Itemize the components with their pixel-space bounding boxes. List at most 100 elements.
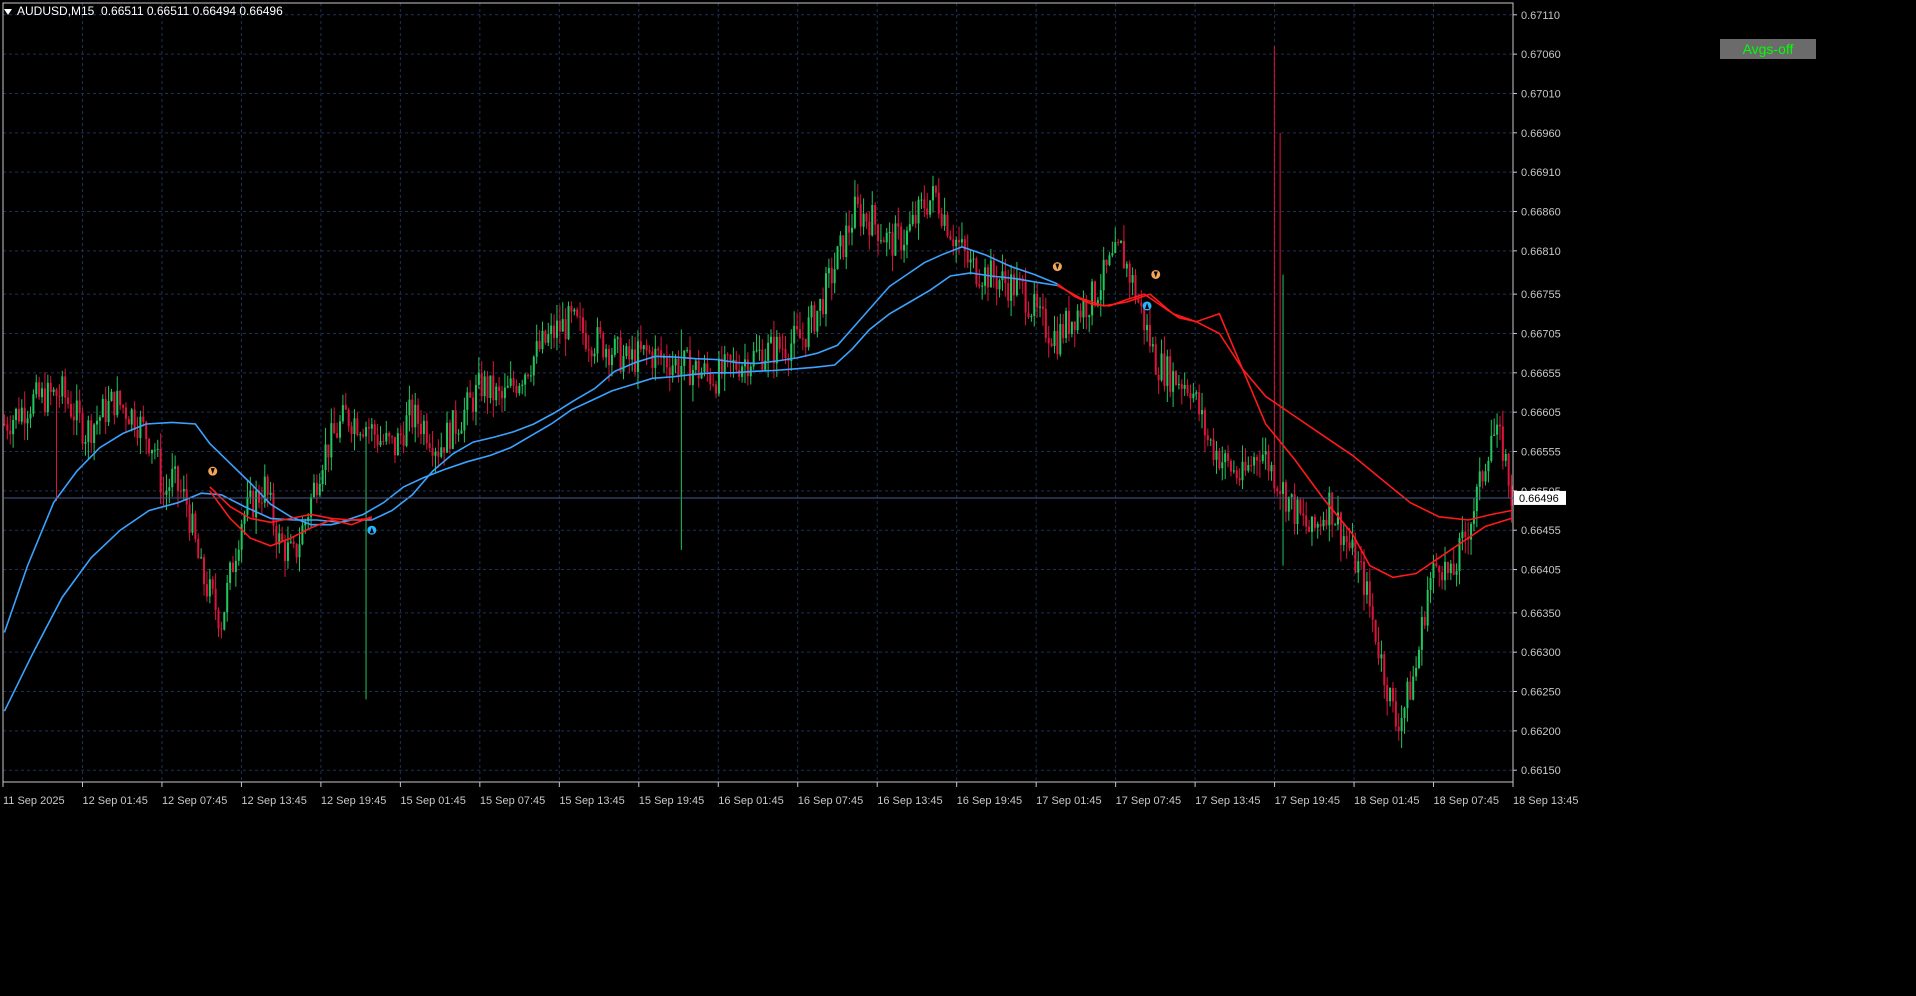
candle-body — [333, 423, 336, 434]
candle-body — [1293, 494, 1296, 525]
candle-body — [1114, 242, 1117, 254]
candle-body — [133, 409, 136, 430]
candle-body — [55, 389, 58, 396]
candle-body — [17, 408, 20, 422]
candle-body — [798, 329, 801, 339]
candle-body — [897, 223, 900, 227]
candle-body — [188, 504, 191, 533]
candle-body — [984, 267, 987, 286]
candle-body — [1131, 275, 1134, 283]
candle-body — [1412, 676, 1415, 700]
candle-body — [1111, 253, 1114, 256]
candle-body — [1137, 299, 1140, 303]
candle-body — [1047, 337, 1050, 344]
candle-body — [503, 387, 506, 399]
candle-body — [917, 199, 920, 224]
candle-body — [697, 360, 700, 379]
candle-body — [772, 336, 775, 364]
candle-body — [312, 482, 315, 498]
candle-body — [176, 466, 180, 491]
candle-body — [130, 409, 133, 425]
candle-body — [521, 384, 524, 386]
candle-body — [336, 433, 339, 438]
candle-body — [1140, 302, 1143, 306]
price-chart[interactable]: 0.67110 0.67060 0.67010 0.66960 0.66910 0.668… — [0, 0, 1916, 996]
candle-body — [43, 388, 46, 413]
candle-body — [966, 250, 969, 263]
candle-body — [229, 562, 232, 583]
candle-body — [1360, 561, 1363, 563]
candle-body — [223, 612, 226, 630]
candle-body — [1091, 281, 1094, 316]
candle-body — [321, 470, 324, 485]
candle-body — [1177, 383, 1180, 385]
candle-body — [726, 354, 729, 356]
candle-body — [234, 560, 237, 573]
candle-body — [1154, 344, 1157, 375]
candle-body — [46, 382, 49, 413]
candle-body — [1253, 457, 1256, 466]
price-tick-label: 0.66150 — [1521, 765, 1561, 777]
candle-body — [226, 582, 229, 613]
candle-body — [1348, 542, 1351, 549]
time-tick-label: 16 Sep 13:45 — [877, 795, 942, 807]
candle-body — [396, 433, 399, 456]
candle-body — [347, 409, 350, 427]
candle-body — [587, 349, 590, 351]
candle-body — [579, 316, 582, 318]
candle-body — [856, 196, 859, 205]
candle-body — [1039, 306, 1042, 308]
candle-body — [191, 513, 194, 533]
menu-triangle-icon[interactable] — [4, 8, 12, 15]
candle-body — [399, 433, 402, 436]
price-tick-label: 0.67060 — [1521, 49, 1561, 61]
candle-body — [414, 404, 417, 428]
candle-body — [1166, 356, 1169, 386]
candle-body — [1441, 572, 1444, 581]
candle-body — [1452, 563, 1455, 575]
candle-body — [286, 542, 289, 561]
candle-body — [853, 196, 856, 228]
candle-body — [781, 348, 784, 350]
candle-body — [52, 389, 55, 393]
candle-body — [1128, 263, 1131, 283]
candle-body — [1105, 259, 1108, 265]
candle-body — [480, 372, 483, 397]
candle-body — [12, 420, 15, 435]
candle-body — [148, 439, 151, 454]
candle-body — [1157, 374, 1160, 381]
candle-body — [1510, 485, 1513, 506]
candle-body — [20, 407, 23, 422]
time-tick-label: 12 Sep 01:45 — [82, 795, 147, 807]
price-tick-label: 0.66910 — [1521, 167, 1561, 179]
candle-body — [978, 284, 981, 287]
candle-body — [1299, 499, 1302, 514]
candle-body — [408, 399, 411, 416]
candle-body — [75, 400, 78, 421]
candle-body — [908, 224, 911, 231]
candle-body — [58, 395, 61, 397]
candle-body — [200, 557, 203, 559]
candle-body — [142, 416, 145, 422]
candle-body — [836, 246, 839, 270]
candle-body — [1308, 526, 1311, 532]
candle-body — [1420, 617, 1423, 650]
candle-body — [1351, 539, 1354, 549]
candle-body — [197, 538, 200, 559]
candle-body — [506, 385, 509, 388]
candle-body — [249, 490, 252, 497]
candle-body — [367, 427, 370, 429]
avgs-toggle-button[interactable]: Avgs-off — [1720, 39, 1816, 59]
candle-body — [463, 409, 466, 431]
candle-body — [1287, 496, 1290, 512]
candle-body — [3, 423, 6, 425]
candle-body — [625, 346, 628, 356]
candle-body — [373, 424, 376, 435]
time-tick-label: 15 Sep 13:45 — [559, 795, 624, 807]
candle-body — [67, 397, 70, 405]
candle-body — [240, 523, 243, 550]
candle-body — [804, 338, 807, 348]
sell-arrow-icon — [1151, 269, 1161, 279]
price-tick-label: 0.66705 — [1521, 328, 1561, 340]
candle-body — [1475, 486, 1478, 512]
